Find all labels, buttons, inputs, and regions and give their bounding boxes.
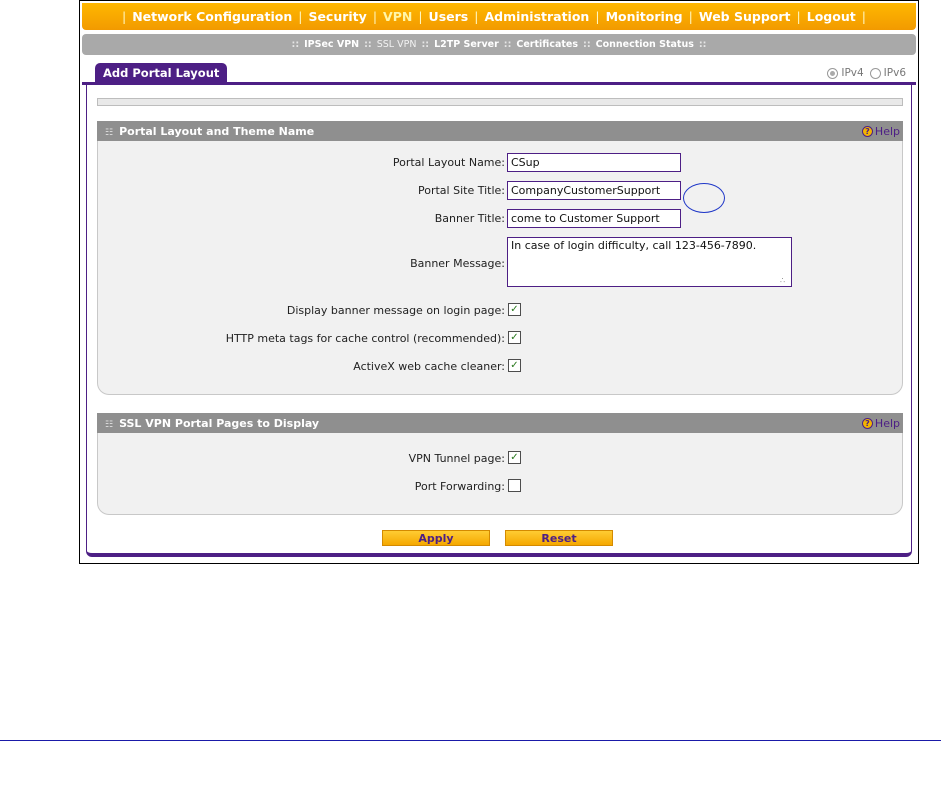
help-label: Help [874,124,900,138]
annotation-circle [683,183,725,213]
banner-message-textarea[interactable]: In case of login difficulty, call 123-45… [507,237,792,287]
resize-grip-icon[interactable]: ∴ [780,277,785,285]
app-window: | Network Configuration | Security | VPN… [79,0,919,564]
display-banner-label: Display banner message on login page: [286,304,505,317]
row-portal-site-title: Portal Site Title: [98,181,902,201]
grip-icon: ☷ [105,127,114,138]
ip-version-selector: IPv4 IPv6 [827,67,906,79]
banner-title-label: Banner Title: [434,212,505,225]
section-header-portal-pages: ☷ SSL VPN Portal Pages to Display ? Help [97,413,903,433]
port-forwarding-checkbox[interactable] [508,479,521,492]
portal-layout-name-label: Portal Layout Name: [392,156,505,169]
activex-checkbox[interactable]: ✓ [508,359,521,372]
nav-security[interactable]: Security [308,9,366,24]
help-icon: ? [861,417,873,429]
vpn-tunnel-label: VPN Tunnel page: [408,452,505,465]
section-header-portal-layout: ☷ Portal Layout and Theme Name ? Help [97,121,903,141]
row-http-meta: HTTP meta tags for cache control (recomm… [98,329,902,349]
row-banner-title: Banner Title: [98,209,902,229]
port-forwarding-label: Port Forwarding: [414,480,505,493]
portal-layout-name-input[interactable] [507,153,681,172]
row-portal-layout-name: Portal Layout Name: [98,153,902,173]
status-bar [97,98,903,106]
section-body-portal-pages: VPN Tunnel page: ✓ Port Forwarding: [97,433,903,515]
portal-site-title-label: Portal Site Title: [418,184,505,197]
subnav-l2tp-server[interactable]: L2TP Server [434,39,499,50]
ipv4-label: IPv4 [841,67,864,79]
row-port-forwarding: Port Forwarding: [98,477,902,497]
nav-network-configuration[interactable]: Network Configuration [132,9,292,24]
row-banner-message: Banner Message: In case of login difficu… [98,237,902,289]
banner-message-label: Banner Message: [410,257,505,270]
ipv4-radio[interactable] [827,67,839,79]
subnav-ssl-vpn[interactable]: SSL VPN [377,39,417,50]
top-nav: | Network Configuration | Security | VPN… [82,3,916,30]
help-icon: ? [861,125,873,137]
help-label: Help [874,416,900,430]
http-meta-label: HTTP meta tags for cache control (recomm… [225,332,505,345]
row-vpn-tunnel: VPN Tunnel page: ✓ [98,449,902,469]
nav-administration[interactable]: Administration [484,9,589,24]
reset-button[interactable]: Reset [505,530,613,546]
nav-web-support[interactable]: Web Support [699,9,791,24]
subnav-ipsec-vpn[interactable]: IPSec VPN [304,39,359,50]
portal-site-title-input[interactable] [507,181,681,200]
help-link[interactable]: ? Help [861,416,903,430]
main-content: ☷ Portal Layout and Theme Name ? Help Por… [86,85,912,557]
tab-add-portal-layout[interactable]: Add Portal Layout [95,63,228,83]
nav-logout[interactable]: Logout [807,9,856,24]
section-title: SSL VPN Portal Pages to Display [119,416,320,430]
footer-divider [0,740,941,741]
sub-nav: :: IPSec VPN :: SSL VPN :: L2TP Server :… [82,34,916,55]
http-meta-checkbox[interactable]: ✓ [508,331,521,344]
nav-monitoring[interactable]: Monitoring [606,9,683,24]
ipv6-radio[interactable] [869,67,881,79]
banner-title-input[interactable] [507,209,681,228]
display-banner-checkbox[interactable]: ✓ [508,303,521,316]
ipv6-label: IPv6 [883,67,906,79]
section-body-portal-layout: Portal Layout Name: Portal Site Title: B… [97,141,903,395]
grip-icon: ☷ [105,419,114,430]
nav-users[interactable]: Users [429,9,469,24]
section-title: Portal Layout and Theme Name [119,124,315,138]
subnav-connection-status[interactable]: Connection Status [596,39,694,50]
vpn-tunnel-checkbox[interactable]: ✓ [508,451,521,464]
help-link[interactable]: ? Help [861,124,903,138]
activex-label: ActiveX web cache cleaner: [353,360,505,373]
row-display-banner: Display banner message on login page: ✓ [98,301,902,321]
nav-vpn[interactable]: VPN [383,9,412,24]
subnav-certificates[interactable]: Certificates [516,39,578,50]
apply-button[interactable]: Apply [382,530,490,546]
row-activex: ActiveX web cache cleaner: ✓ [98,357,902,377]
